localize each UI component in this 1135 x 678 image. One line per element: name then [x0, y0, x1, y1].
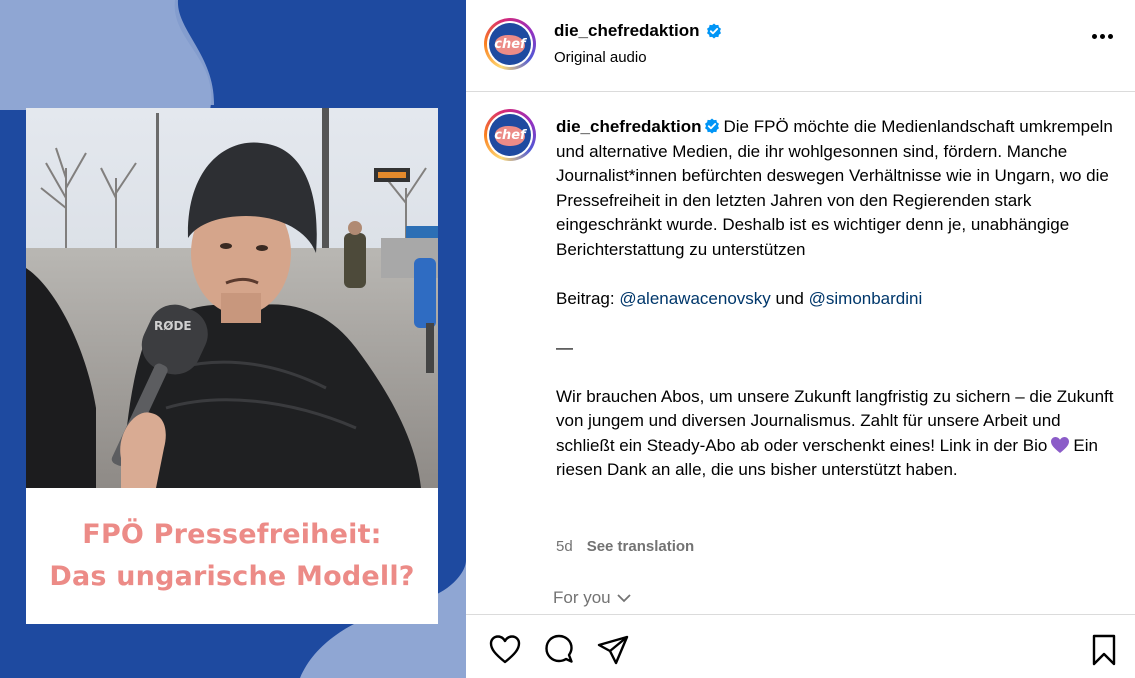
chevron-down-icon: [617, 594, 631, 603]
post-caption: die_chefredaktion Die FPÖ möchte die Medi…: [556, 115, 1116, 507]
purple-heart-icon: [1051, 436, 1070, 453]
caption-paragraph-1: Die FPÖ möchte die Medienlandschaft umkr…: [556, 117, 1113, 259]
author-avatar[interactable]: chef: [484, 18, 536, 70]
caption-paragraph-3a: Wir brauchen Abos, um unsere Zukunft lan…: [556, 386, 1114, 455]
comment-icon[interactable]: [542, 633, 576, 667]
post-media[interactable]: RØDE FPÖ Pressefreiheit: Das ungarische …: [0, 0, 466, 678]
post-details-panel: chef die_chefredaktion Original audio ch…: [466, 0, 1135, 678]
original-audio-link[interactable]: Original audio: [554, 49, 647, 66]
mention-simonbardini[interactable]: @simonbardini: [809, 289, 923, 308]
caption-username[interactable]: die_chefredaktion: [556, 117, 702, 136]
caption-credits: Beitrag: @alenawacenovsky und @simonbard…: [556, 287, 1116, 312]
post-header: chef die_chefredaktion Original audio: [466, 0, 1135, 92]
media-caption: FPÖ Pressefreiheit: Das ungarische Model…: [26, 488, 438, 624]
interview-photo: RØDE: [26, 108, 438, 488]
heart-icon[interactable]: [488, 633, 522, 667]
post-age: 5d: [556, 538, 573, 555]
for-you-label: For you: [553, 588, 611, 607]
caption-paragraph-3: Wir brauchen Abos, um unsere Zukunft lan…: [556, 385, 1116, 483]
actions-divider: [466, 614, 1135, 615]
media-caption-line-1: FPÖ Pressefreiheit:: [82, 519, 382, 550]
mention-alenawacenovsky[interactable]: @alenawacenovsky: [619, 289, 770, 308]
author-username[interactable]: die_chefredaktion: [554, 21, 700, 41]
credits-prefix: Beitrag:: [556, 288, 615, 308]
media-card: RØDE FPÖ Pressefreiheit: Das ungarische …: [26, 108, 438, 624]
media-caption-line-2: Das ungarische Modell?: [49, 561, 415, 592]
more-options-icon[interactable]: [1092, 34, 1113, 39]
bookmark-icon[interactable]: [1089, 634, 1119, 666]
post-actions: [488, 633, 630, 667]
caption-meta: 5d See translation: [556, 538, 694, 555]
caption-author-avatar[interactable]: chef: [484, 109, 536, 161]
credits-and: und: [775, 288, 804, 308]
mic-brand-label: RØDE: [154, 319, 192, 333]
verified-badge-icon: [706, 23, 721, 39]
verified-badge-icon: [704, 118, 719, 134]
share-icon[interactable]: [596, 633, 630, 667]
for-you-toggle[interactable]: For you: [553, 588, 631, 608]
caption-dash: —: [556, 337, 573, 357]
see-translation-link[interactable]: See translation: [587, 538, 695, 555]
